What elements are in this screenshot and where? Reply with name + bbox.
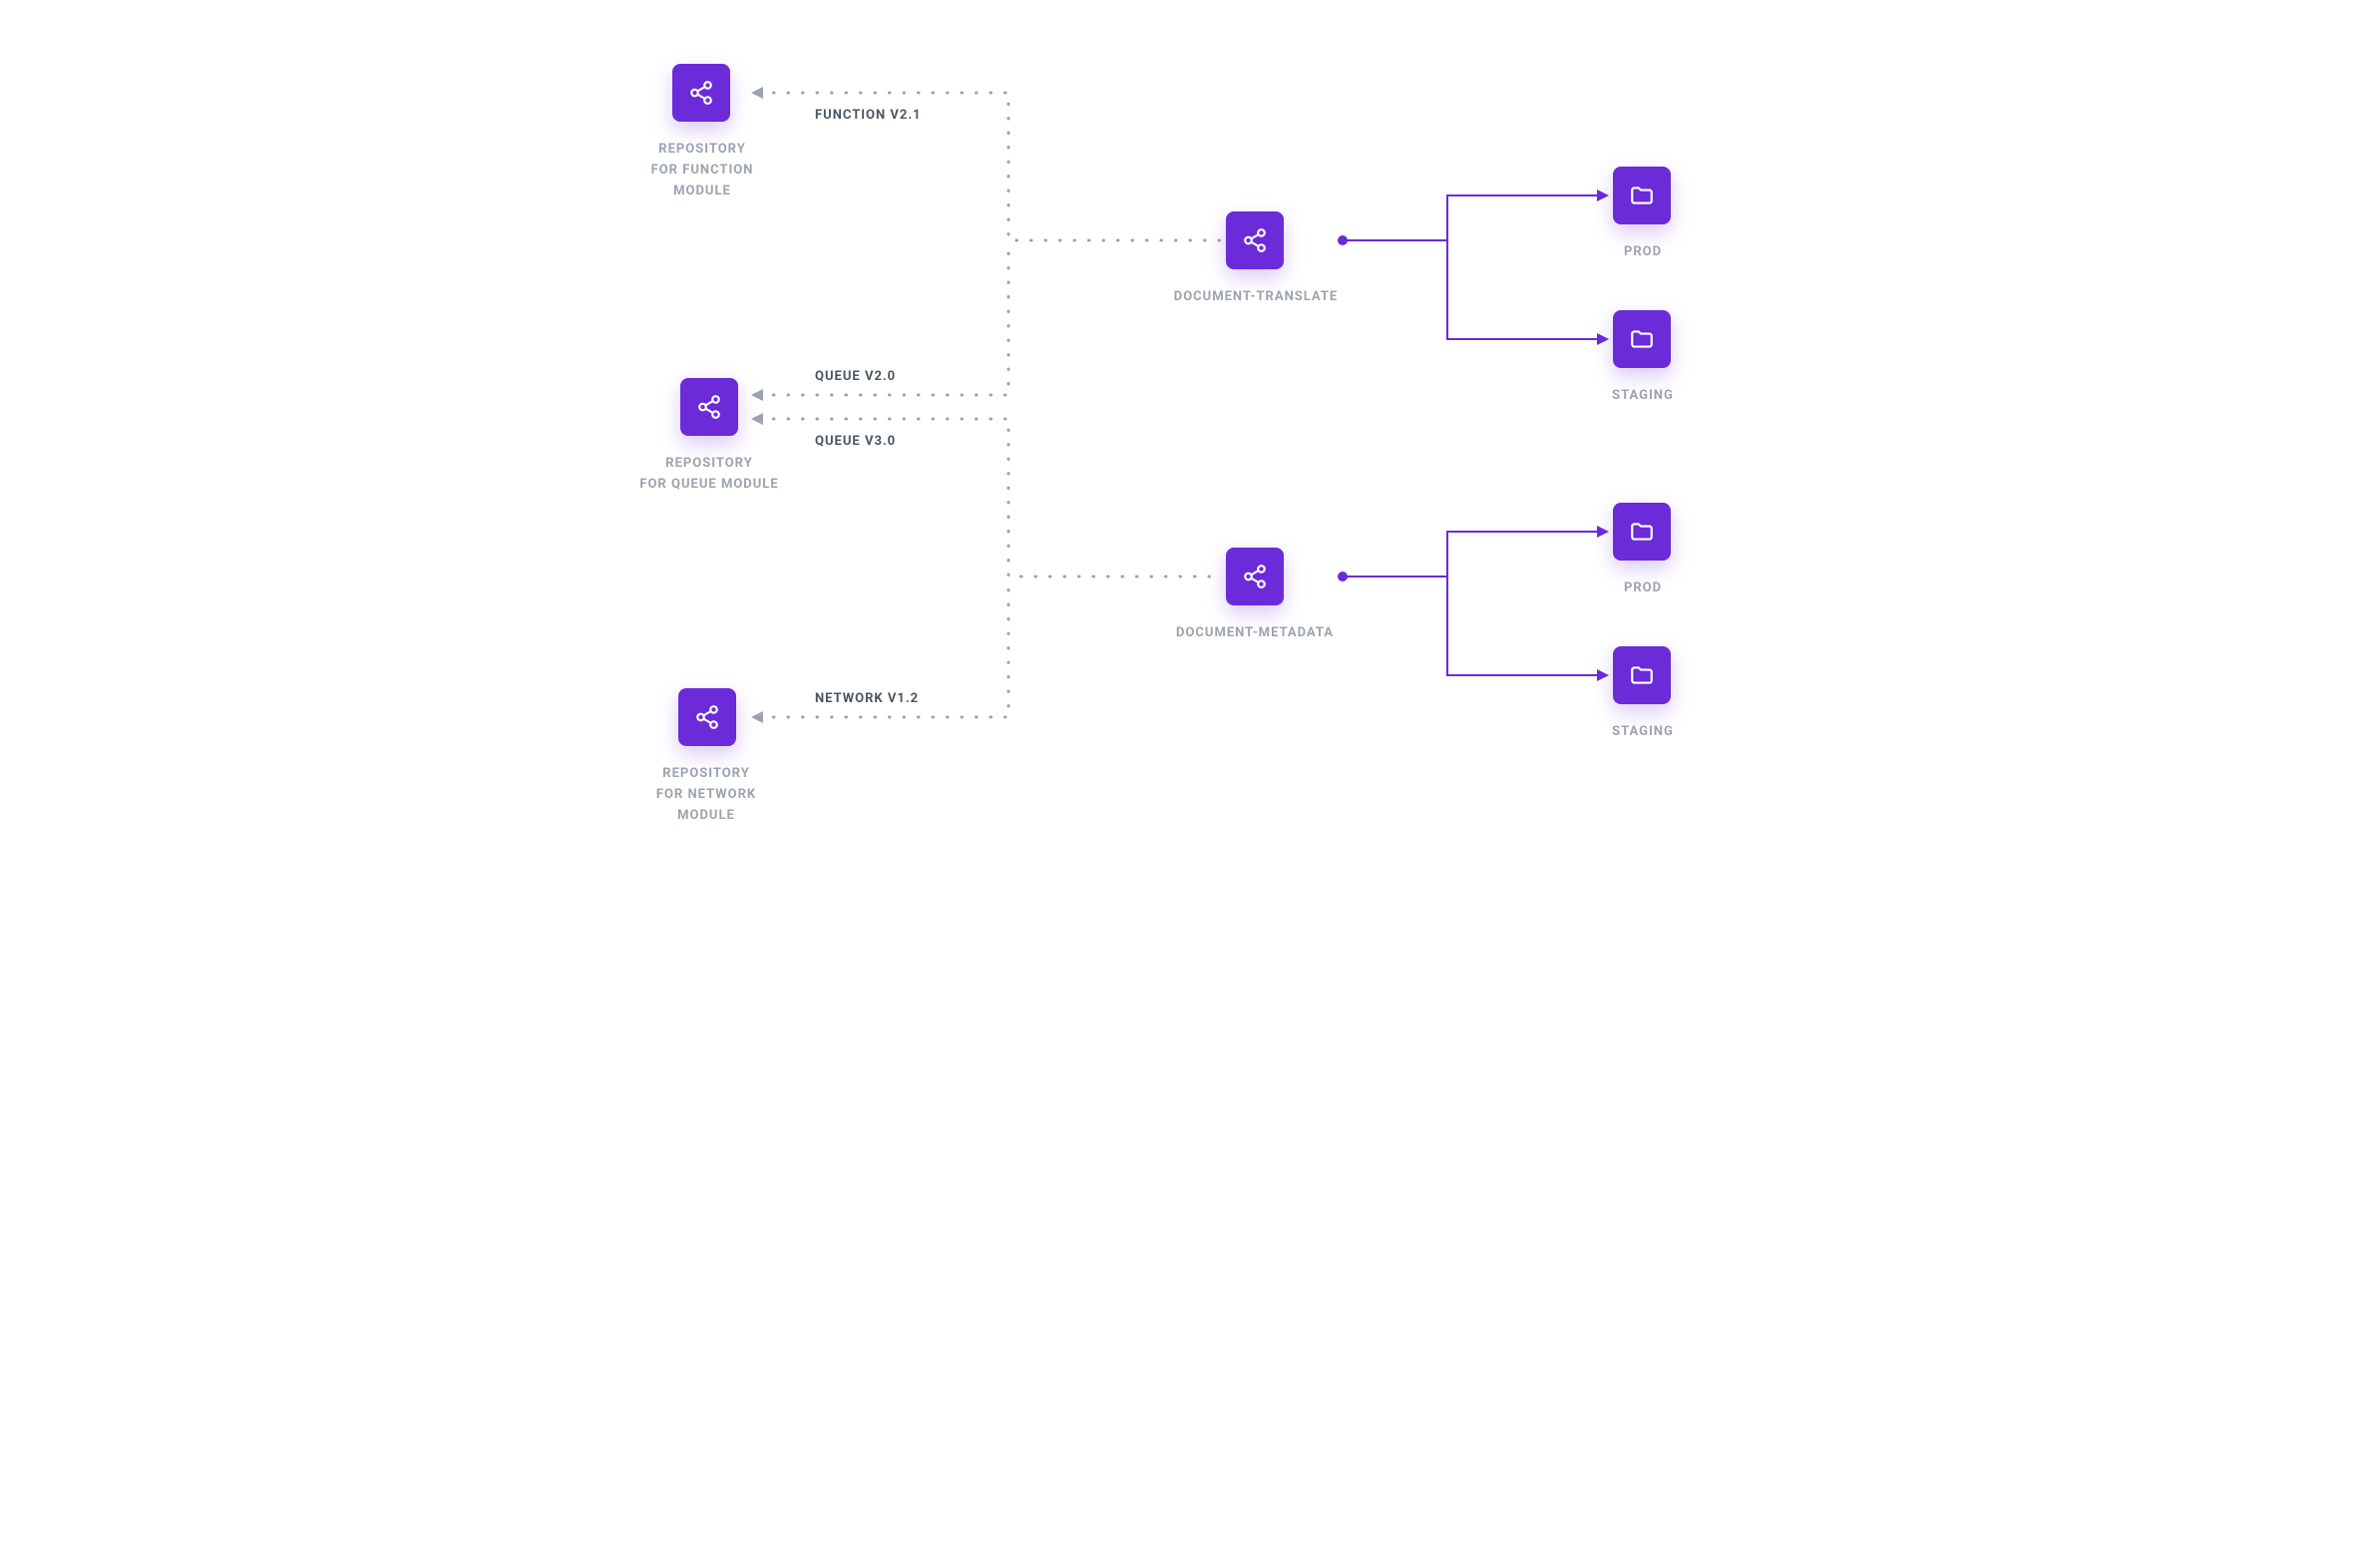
folder-icon xyxy=(1629,183,1655,208)
env-staging1-node xyxy=(1613,310,1671,368)
edge-label-function: FUNCTION V2.1 xyxy=(815,108,922,123)
edge-translate-prod xyxy=(1343,195,1601,240)
env-prod2-node xyxy=(1613,503,1671,561)
share-icon xyxy=(1242,227,1268,253)
dot-metadata xyxy=(1338,572,1348,581)
arrow-prod2 xyxy=(1597,526,1609,538)
env-staging2-node xyxy=(1613,646,1671,704)
folder-icon xyxy=(1629,662,1655,688)
arrow-net xyxy=(751,711,763,723)
edge-metadata-staging xyxy=(1343,577,1601,675)
env-prod1-node xyxy=(1613,167,1671,224)
env-staging1-label: STAGING xyxy=(1593,386,1693,407)
edge-metadata-prod xyxy=(1343,532,1601,577)
share-icon xyxy=(1242,564,1268,589)
edge-translate-staging xyxy=(1343,240,1601,339)
repo-network-node xyxy=(678,688,736,746)
arrow-queue1 xyxy=(751,389,763,401)
env-prod2-label: PROD xyxy=(1593,579,1693,599)
folder-icon xyxy=(1629,326,1655,352)
service-metadata-node xyxy=(1226,548,1284,605)
env-prod1-label: PROD xyxy=(1593,242,1693,263)
repo-queue-node xyxy=(680,378,738,436)
repo-function-node xyxy=(672,64,730,122)
arrow-staging1 xyxy=(1597,333,1609,345)
repo-network-label: REPOSITORY FOR NETWORK MODULE xyxy=(621,764,791,826)
edge-label-queue30: QUEUE V3.0 xyxy=(815,434,896,449)
service-translate-node xyxy=(1226,211,1284,269)
diagram-canvas: REPOSITORY FOR FUNCTION MODULE REPOSITOR… xyxy=(480,0,1900,922)
arrow-func xyxy=(751,87,763,99)
share-icon xyxy=(694,704,720,730)
service-translate-label: DOCUMENT-TRANSLATE xyxy=(1146,287,1366,308)
folder-icon xyxy=(1629,519,1655,545)
repo-queue-label: REPOSITORY FOR QUEUE MODULE xyxy=(619,454,799,496)
share-icon xyxy=(688,80,714,106)
repo-function-label: REPOSITORY FOR FUNCTION MODULE xyxy=(617,140,787,201)
env-staging2-label: STAGING xyxy=(1593,722,1693,743)
service-metadata-label: DOCUMENT-METADATA xyxy=(1150,623,1360,644)
share-icon xyxy=(696,394,722,420)
edge-label-queue20: QUEUE V2.0 xyxy=(815,369,896,384)
arrow-prod1 xyxy=(1597,190,1609,201)
dot-translate xyxy=(1338,235,1348,245)
arrow-queue2 xyxy=(751,413,763,425)
arrow-staging2 xyxy=(1597,669,1609,681)
edge-label-network: NETWORK V1.2 xyxy=(815,691,919,706)
